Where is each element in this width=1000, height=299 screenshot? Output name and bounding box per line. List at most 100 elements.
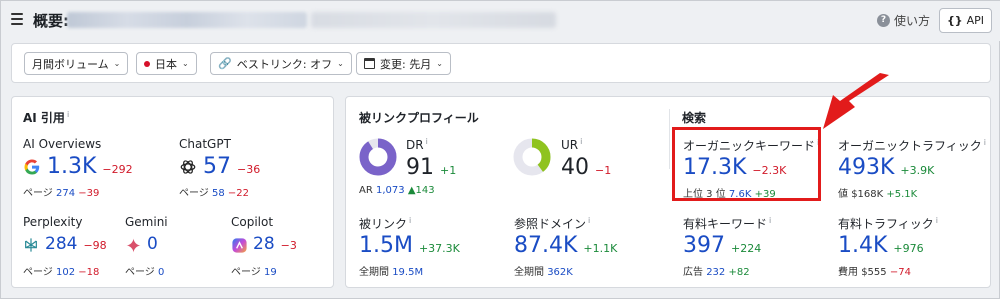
pages-value[interactable]: 102: [56, 267, 75, 278]
chatgpt-pages: ページ 58 −22: [179, 184, 249, 199]
gemini-icon: [126, 238, 141, 253]
search-title: 検索: [682, 111, 707, 125]
paid-keywords-delta: +224: [731, 242, 762, 255]
copilot-icon: [232, 238, 247, 253]
traffic-value-row: 値 $168K +5.1K: [838, 185, 917, 200]
code-braces-icon: {}: [946, 14, 963, 27]
info-mark: i: [580, 137, 583, 146]
redacted-domain: [67, 12, 307, 28]
ads-delta: +82: [728, 267, 750, 278]
paid-traffic-metric: 1.4K +976: [838, 233, 924, 258]
ref-domains-alltime: 全期間 362K: [514, 263, 573, 278]
copilot-pages: ページ 19: [231, 263, 277, 278]
ads-value[interactable]: 232: [706, 267, 725, 278]
pages-value[interactable]: 0: [158, 267, 164, 278]
backlinks-value[interactable]: 1.5M: [359, 233, 413, 258]
dr-label-wrap: DR i: [406, 137, 428, 152]
ur-label: UR: [561, 138, 579, 152]
ads-label: 広告: [683, 267, 703, 278]
backlinks-label: 被リンク: [359, 217, 408, 231]
organic-traffic-value[interactable]: 493K: [838, 155, 894, 180]
backlinks-dropdown[interactable]: 🔗 ベストリンク: オフ ⌄: [210, 52, 352, 75]
country-dropdown[interactable]: 日本 ⌄: [136, 52, 197, 75]
pages-value[interactable]: 58: [212, 188, 225, 199]
volume-dropdown[interactable]: 月間ボリューム ⌄: [24, 52, 129, 75]
redacted-path: [311, 12, 556, 28]
question-icon: ?: [877, 14, 890, 27]
traffic-value-amount: $168K: [851, 189, 884, 200]
copilot-label: Copilot: [231, 215, 274, 229]
ai-overviews-delta: −292: [102, 163, 133, 176]
api-button[interactable]: {} API: [939, 8, 992, 33]
copilot-metric: 28 −3: [253, 234, 297, 254]
paid-traffic-value[interactable]: 1.4K: [838, 233, 887, 258]
calendar-icon: [364, 58, 375, 69]
perplexity-value[interactable]: 284: [45, 234, 77, 254]
ar-label: AR: [359, 185, 373, 196]
change-label: 変更: 先月: [380, 57, 432, 71]
ar-value[interactable]: 1,073: [376, 185, 405, 196]
ur-label-wrap: UR i: [561, 137, 582, 152]
info-mark: i: [409, 216, 412, 225]
traffic-value-delta: +5.1K: [886, 189, 918, 200]
ur-metric: 40 −1: [561, 155, 611, 180]
paid-keywords-metric: 397 +224: [683, 233, 761, 258]
perplexity-label: Perplexity: [23, 215, 83, 229]
dr-metric: 91 +1: [406, 155, 456, 180]
page-header: 概要: ? 使い方 {} API: [1, 1, 1000, 41]
highlight-box: [672, 127, 821, 201]
api-label: API: [966, 14, 985, 27]
ar-delta: ▲143: [407, 185, 435, 196]
alltime-label: 全期間: [359, 267, 389, 278]
paid-traffic-label: 有料トラフィック: [838, 217, 934, 231]
ai-title: AI 引用 i: [23, 109, 69, 126]
ref-domains-value[interactable]: 87.4K: [514, 233, 577, 258]
paid-keywords-value[interactable]: 397: [683, 233, 725, 258]
howto-link[interactable]: ? 使い方: [877, 12, 930, 29]
ai-overviews-pages: ページ 274 −39: [23, 184, 99, 199]
howto-label: 使い方: [894, 14, 931, 28]
paid-traffic-label-wrap: 有料トラフィック i: [838, 215, 938, 232]
pages-label: ページ: [23, 188, 53, 199]
chatgpt-icon: [180, 160, 196, 174]
volume-label: 月間ボリューム: [32, 57, 109, 71]
gemini-value[interactable]: 0: [147, 234, 158, 254]
backlinks-alltime: 全期間 19.5M: [359, 263, 423, 278]
alltime-value[interactable]: 362K: [547, 267, 573, 278]
change-dropdown[interactable]: 変更: 先月 ⌄: [356, 52, 451, 75]
dr-delta: +1: [440, 164, 457, 177]
dr-label: DR: [406, 138, 424, 152]
red-arrow-icon: [823, 73, 889, 129]
traffic-value-label: 値: [838, 189, 848, 200]
info-mark: i: [935, 216, 938, 225]
ai-overviews-metric: 1.3K −292: [47, 154, 133, 179]
cost-label: 費用: [838, 267, 858, 278]
google-icon: [24, 159, 40, 175]
page-title: 概要:: [33, 12, 69, 30]
chatgpt-label: ChatGPT: [179, 137, 231, 151]
cost-value: $555: [861, 267, 887, 278]
country-label: 日本: [155, 57, 177, 71]
menu-icon[interactable]: [11, 13, 23, 25]
chatgpt-metric: 57 −36: [203, 154, 260, 179]
paid-traffic-delta: +976: [893, 242, 924, 255]
ai-citations-panel: AI 引用 i AI Overviews 1.3K −292 ページ 274 −3…: [11, 96, 334, 288]
alltime-value[interactable]: 19.5M: [392, 267, 423, 278]
ur-value: 40: [561, 155, 589, 180]
copilot-value[interactable]: 28: [253, 234, 275, 254]
chevron-down-icon: ⌄: [337, 59, 344, 68]
overview-metrics-panel: 被リンクプロフィール 検索 DR i 91 +1 AR 1,073 ▲143 UR…: [345, 96, 991, 288]
info-mark: i: [425, 137, 428, 146]
ref-domains-metric: 87.4K +1.1K: [514, 233, 617, 258]
organic-traffic-label-wrap: オーガニックトラフィック i: [838, 137, 986, 154]
pages-value[interactable]: 19: [264, 267, 277, 278]
pages-value[interactable]: 274: [56, 188, 75, 199]
ar-row: AR 1,073 ▲143: [359, 185, 435, 196]
gemini-pages: ページ 0: [125, 263, 164, 278]
ai-overviews-value[interactable]: 1.3K: [47, 154, 96, 179]
info-mark: i: [66, 110, 70, 119]
perplexity-metric: 284 −98: [45, 234, 107, 254]
chatgpt-value[interactable]: 57: [203, 154, 231, 179]
gemini-label: Gemini: [125, 215, 168, 229]
ur-delta: −1: [595, 164, 612, 177]
